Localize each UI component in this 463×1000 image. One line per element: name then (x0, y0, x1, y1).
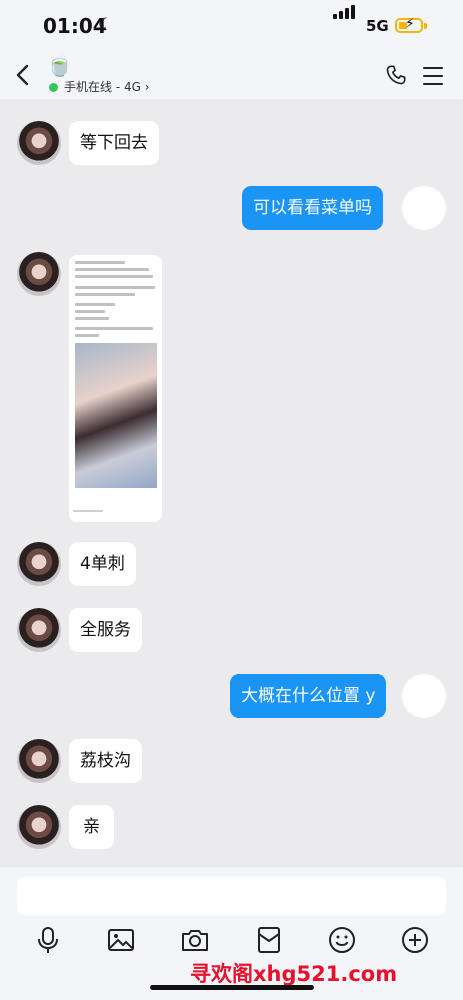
message-input[interactable] (17, 877, 446, 915)
image-icon[interactable] (106, 925, 136, 955)
contact-avatar[interactable] (17, 542, 61, 586)
menu-image-message[interactable] (69, 255, 162, 522)
menu-icon[interactable] (423, 67, 443, 91)
chevron-right-icon: › (144, 80, 150, 94)
phone-icon[interactable] (385, 64, 407, 86)
message-bubble[interactable]: 等下回去 (69, 121, 159, 165)
contact-avatar[interactable] (17, 121, 61, 165)
message-bubble[interactable]: 荔枝沟 (69, 739, 142, 783)
message-bubble[interactable]: 大概在什么位置 y (230, 674, 387, 718)
contact-avatar[interactable] (17, 739, 61, 783)
network-type: 5G (366, 17, 389, 35)
message-list[interactable]: 等下回去 可以看看菜单吗 4单刺 全服务 大概在什么位置 y 荔枝沟 亲 (0, 99, 463, 867)
input-bar: 寻欢阁xhg521.com (0, 867, 463, 1000)
contact-avatar[interactable] (17, 608, 61, 652)
contact-name[interactable]: 🍵 (46, 53, 73, 78)
chat-header: 🍵 手机在线 - 4G › (0, 52, 463, 99)
watermark: 寻欢阁xhg521.com (190, 962, 398, 986)
online-indicator (49, 83, 58, 92)
contact-avatar[interactable] (17, 252, 61, 296)
microphone-icon[interactable] (33, 925, 63, 955)
online-status[interactable]: 手机在线 - 4G › (64, 78, 150, 95)
red-packet-icon[interactable] (254, 925, 284, 955)
message-bubble[interactable]: 亲 (69, 805, 114, 849)
message-bubble[interactable]: 可以看看菜单吗 (242, 186, 383, 230)
plus-icon[interactable] (400, 925, 430, 955)
photo-thumbnail (75, 343, 157, 488)
status-bar: 01:04 ☾ 5G ⚡ (0, 0, 463, 52)
battery-cap (424, 23, 427, 29)
contact-avatar[interactable] (17, 805, 61, 849)
message-bubble[interactable]: 4单刺 (69, 542, 136, 586)
emoji-icon[interactable] (327, 925, 357, 955)
moon-icon: ☾ (98, 15, 114, 35)
back-icon[interactable] (14, 64, 34, 86)
camera-icon[interactable] (180, 925, 210, 955)
home-indicator[interactable] (150, 985, 314, 990)
my-avatar[interactable] (402, 674, 446, 718)
message-bubble[interactable]: 全服务 (69, 608, 142, 652)
battery-icon: ⚡ (395, 16, 423, 33)
my-avatar[interactable] (402, 186, 446, 230)
